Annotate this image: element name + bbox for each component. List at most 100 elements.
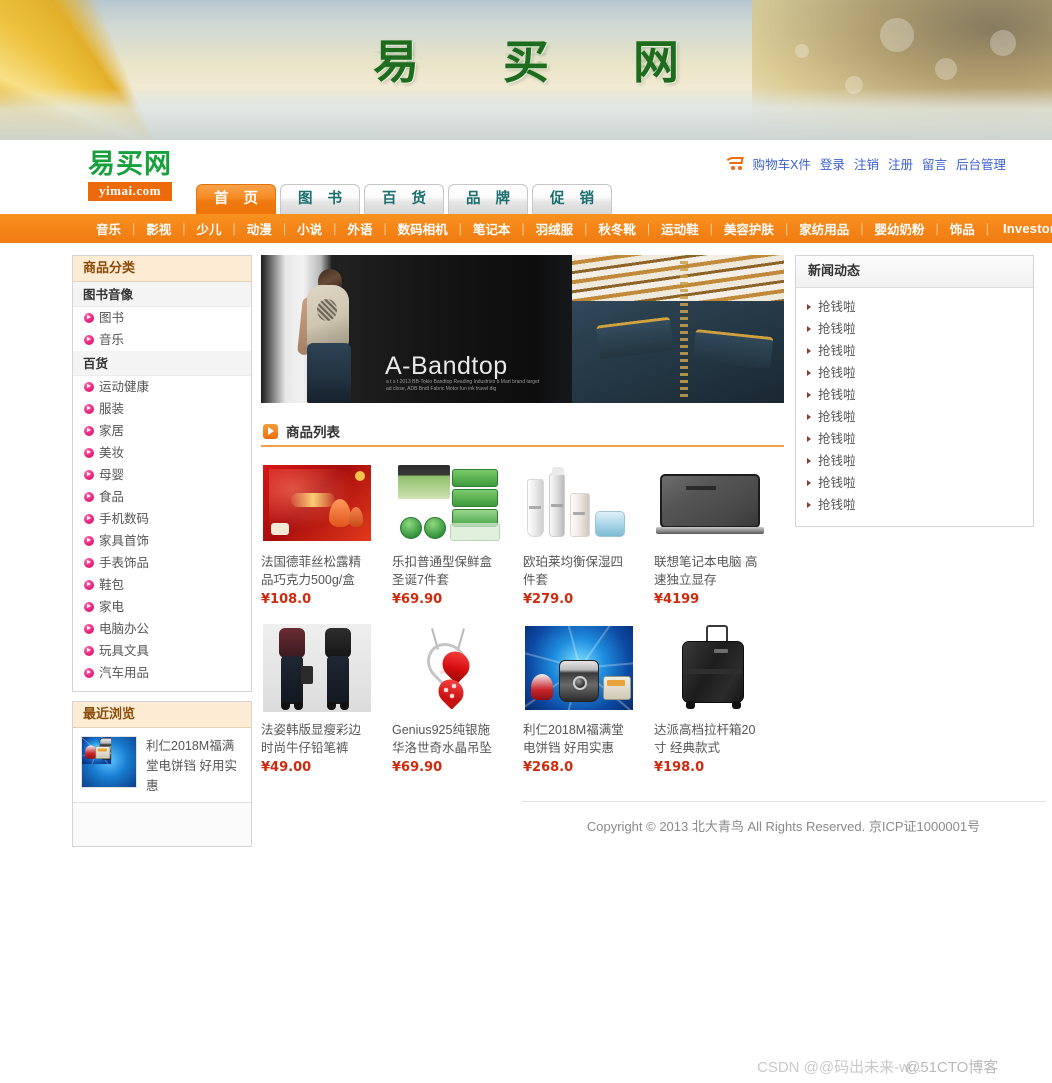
subnav-item-music[interactable]: 音乐 [85,219,132,238]
news-item[interactable]: 抢钱啦 [796,340,1033,362]
admin-link[interactable]: 后台管理 [956,154,1006,173]
recently-viewed-item[interactable]: 利仁2018M福满堂电饼铛 好用实惠 [73,728,251,802]
subnav-item-winter-boots[interactable]: 秋冬靴 [587,219,647,238]
product-price: ¥108.0 [261,592,312,607]
product-image[interactable] [261,461,373,545]
tab-promotions[interactable]: 促 销 [532,184,612,214]
news-panel: 新闻动态 抢钱啦 抢钱啦 抢钱啦 抢钱啦 抢钱啦 抢钱啦 抢钱啦 抢钱啦 抢钱啦… [795,255,1034,527]
subnav-item-laptop[interactable]: 笔记本 [462,219,522,238]
subnav-item-novels[interactable]: 小说 [286,219,333,238]
news-item[interactable]: 抢钱啦 [796,494,1033,516]
sidebar-item-label: 运动健康 [99,380,150,394]
logout-link[interactable]: 注销 [854,154,879,173]
product-card[interactable]: 欧珀莱均衡保湿四件套 ¥279.0 [523,461,651,607]
sidebar-item-home[interactable]: 家居 [73,420,251,442]
sidebar-item-computer-office[interactable]: 电脑办公 [73,618,251,640]
sidebar-item-shoes-bags[interactable]: 鞋包 [73,574,251,596]
news-item[interactable]: 抢钱啦 [796,296,1033,318]
subnav-item-anime[interactable]: 动漫 [236,219,283,238]
message-link[interactable]: 留言 [922,154,947,173]
sidebar-item-sports-health[interactable]: 运动健康 [73,376,251,398]
sidebar-item-label: 图书 [99,311,125,325]
sidebar-item-watches-accessories[interactable]: 手表饰品 [73,552,251,574]
login-link[interactable]: 登录 [820,154,845,173]
subnav-item-baby-formula[interactable]: 婴幼奶粉 [863,219,935,238]
news-item[interactable]: 抢钱啦 [796,406,1033,428]
sidebar-item-label: 服装 [99,402,125,416]
sidebar-item-mobile-digital[interactable]: 手机数码 [73,508,251,530]
subnav-item-sports-shoes[interactable]: 运动鞋 [650,219,710,238]
subnav-item-foreign-language[interactable]: 外语 [336,219,383,238]
subnav-item-film[interactable]: 影视 [135,219,182,238]
product-name[interactable]: 乐扣普通型保鲜盒圣诞7件套 [392,553,500,589]
news-item[interactable]: 抢钱啦 [796,450,1033,472]
product-card[interactable]: 利仁2018M福满堂电饼铛 好用实惠 ¥268.0 [523,623,651,775]
product-name[interactable]: 法姿韩版显瘦彩边时尚牛仔铅笔裤 [261,721,369,757]
product-card[interactable]: Genius925纯银施华洛世奇水晶吊坠 ¥69.90 [392,623,520,775]
sidebar-item-auto-supplies[interactable]: 汽车用品 [73,662,251,684]
shopping-cart-icon[interactable] [726,156,744,170]
news-item[interactable]: 抢钱啦 [796,384,1033,406]
hero-banner[interactable]: A-Bandtop a t s t 2013 BB-Tokio Bandtop … [261,255,784,403]
sidebar-item-food[interactable]: 食品 [73,486,251,508]
sidebar-item-furniture-jewelry[interactable]: 家具首饰 [73,530,251,552]
watermark-csdn: CSDN @@码出未来-w... [757,1059,922,1076]
news-item[interactable]: 抢钱啦 [796,472,1033,494]
subnav-item-accessories[interactable]: 饰品 [939,219,986,238]
tab-home[interactable]: 首 页 [196,184,276,214]
product-image[interactable] [523,461,635,545]
product-price: ¥69.90 [392,592,443,607]
product-card[interactable]: 达派高档拉杆箱20寸 经典款式 ¥198.0 [654,623,782,775]
product-name[interactable]: 利仁2018M福满堂电饼铛 好用实惠 [523,721,631,757]
sidebar-item-mother-baby[interactable]: 母婴 [73,464,251,486]
news-item[interactable]: 抢钱啦 [796,428,1033,450]
product-price: ¥49.00 [261,760,312,775]
product-image[interactable] [654,623,766,713]
cart-link[interactable]: 购物车X件 [753,154,811,173]
product-name[interactable]: 联想笔记本电脑 高速独立显存 [654,553,762,589]
product-name[interactable]: Genius925纯银施华洛世奇水晶吊坠 [392,721,500,757]
chocolate-box-thumbnail [263,465,371,541]
product-card[interactable]: 联想笔记本电脑 高速独立显存 ¥4199 [654,461,782,607]
sidebar-item-appliances[interactable]: 家电 [73,596,251,618]
subnav-item-children[interactable]: 少儿 [186,219,233,238]
sidebar-item-toys-stationery[interactable]: 玩具文具 [73,640,251,662]
tab-general-goods[interactable]: 百 货 [364,184,444,214]
product-list-header: 商品列表 [261,417,784,447]
suitcase-thumbnail [656,625,764,711]
sidebar-item-music[interactable]: 音乐 [73,329,251,351]
news-item[interactable]: 抢钱啦 [796,318,1033,340]
sidebar-item-books[interactable]: 图书 [73,307,251,329]
news-item[interactable]: 抢钱啦 [796,362,1033,384]
product-image[interactable] [392,623,504,713]
product-image[interactable] [654,461,766,545]
subnav-item-down-jacket[interactable]: 羽绒服 [525,219,585,238]
recently-viewed-thumbnail[interactable] [81,736,137,788]
product-card[interactable]: 乐扣普通型保鲜盒圣诞7件套 ¥69.90 [392,461,520,607]
product-image[interactable] [261,623,373,713]
product-name[interactable]: 欧珀莱均衡保湿四件套 [523,553,631,589]
register-link[interactable]: 注册 [888,154,913,173]
sidebar: 商品分类 图书音像 图书 音乐 百货 运动健康 服装 家居 美妆 母婴 食品 手… [72,255,252,847]
product-image[interactable] [392,461,504,545]
site-logo[interactable]: 易买网 yimai.com [88,150,178,201]
product-price: ¥4199 [654,592,700,607]
category-panel-title: 商品分类 [73,256,251,282]
sidebar-item-label: 鞋包 [99,578,125,592]
news-column: 新闻动态 抢钱啦 抢钱啦 抢钱啦 抢钱啦 抢钱啦 抢钱啦 抢钱啦 抢钱啦 抢钱啦… [795,255,1034,527]
product-name[interactable]: 达派高档拉杆箱20寸 经典款式 [654,721,762,757]
subnav-item-skincare[interactable]: 美容护肤 [713,219,785,238]
product-card[interactable]: 法国德菲丝松露精品巧克力500g/盒 ¥108.0 [261,461,389,607]
sidebar-item-clothing[interactable]: 服装 [73,398,251,420]
subnav-item-investor-relations[interactable]: Investor Relations [989,221,1052,236]
sidebar-item-label: 电脑办公 [99,622,150,636]
subnav-item-home-textiles[interactable]: 家纺用品 [788,219,860,238]
product-name[interactable]: 法国德菲丝松露精品巧克力500g/盒 [261,553,369,589]
tab-books[interactable]: 图 书 [280,184,360,214]
product-card[interactable]: 法姿韩版显瘦彩边时尚牛仔铅笔裤 ¥49.00 [261,623,389,775]
subnav-item-digital-camera[interactable]: 数码相机 [387,219,459,238]
sidebar-item-label: 汽车用品 [99,666,150,680]
sidebar-item-beauty[interactable]: 美妆 [73,442,251,464]
tab-brands[interactable]: 品 牌 [448,184,528,214]
product-image[interactable] [523,623,635,713]
